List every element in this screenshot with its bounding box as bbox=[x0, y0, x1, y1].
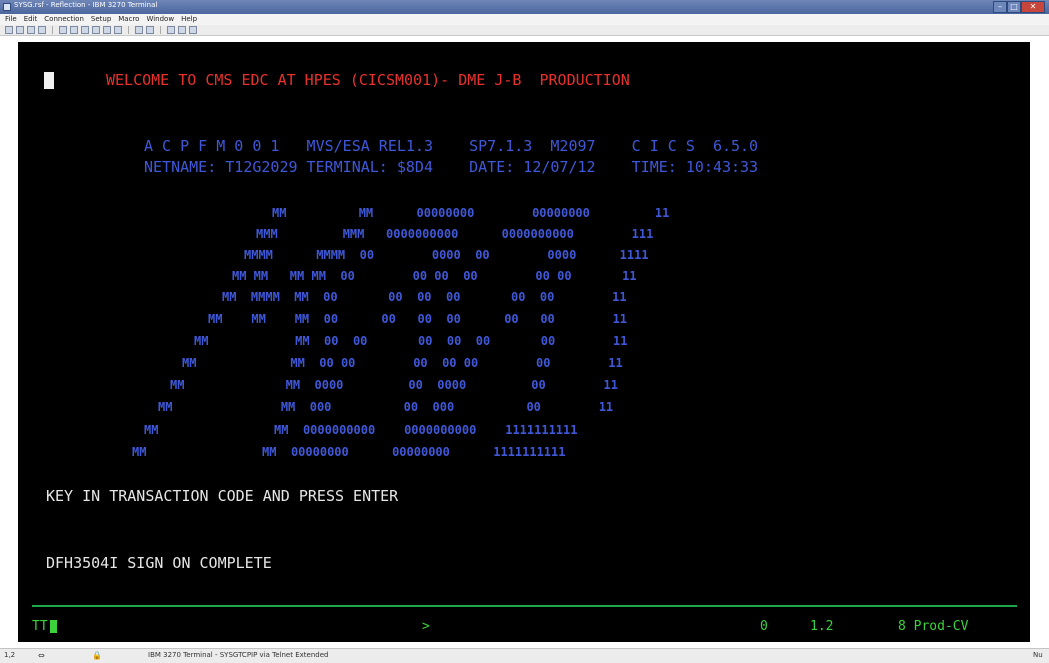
welcome-banner: WELCOME TO CMS EDC AT HPES (CICSM001)- D… bbox=[106, 71, 630, 89]
text-cursor bbox=[44, 72, 54, 89]
keyboard-icon[interactable] bbox=[146, 26, 154, 34]
oia-divider bbox=[32, 605, 1017, 607]
new-icon[interactable] bbox=[5, 26, 13, 34]
transfer-icon[interactable] bbox=[92, 26, 100, 34]
window-title: SYSG.rsf - Reflection - IBM 3270 Termina… bbox=[14, 1, 158, 9]
logo-line: MMM MMM 0000000000 0000000000 111 bbox=[256, 227, 654, 241]
save-icon[interactable] bbox=[27, 26, 35, 34]
settings-icon[interactable] bbox=[103, 26, 111, 34]
logo-line: MM MM MM 00 00 00 00 00 00 11 bbox=[208, 312, 628, 326]
terminal-screen[interactable]: WELCOME TO CMS EDC AT HPES (CICSM001)- D… bbox=[18, 42, 1030, 642]
menu-edit[interactable]: Edit bbox=[24, 14, 38, 25]
status-session: IBM 3270 Terminal - SYSGTCPIP via Telnet… bbox=[148, 651, 329, 659]
maximize-button[interactable]: □ bbox=[1007, 1, 1021, 13]
toolbar-separator bbox=[160, 26, 161, 34]
status-bar: 1,2 ⇔ 🔒 IBM 3270 Terminal - SYSGTCPIP vi… bbox=[0, 648, 1049, 663]
app-icon[interactable] bbox=[3, 3, 11, 11]
copy-icon[interactable] bbox=[70, 26, 78, 34]
network-icon: ⇔ bbox=[38, 651, 45, 660]
oia-prompt: > bbox=[422, 619, 430, 634]
oia-cursor bbox=[50, 620, 57, 633]
menu-help[interactable]: Help bbox=[181, 14, 197, 25]
status-position: 1,2 bbox=[4, 651, 16, 659]
title-bar[interactable]: SYSG.rsf - Reflection - IBM 3270 Termina… bbox=[0, 0, 1049, 14]
system-info-line-2: NETNAME: T12G2029 TERMINAL: $8D4 DATE: 1… bbox=[144, 158, 759, 176]
sign-on-message: DFH3504I SIGN ON COMPLETE bbox=[46, 554, 272, 572]
window-controls: – □ ✕ bbox=[993, 1, 1045, 13]
logo-line: MM MM 0000000000 0000000000 1111111111 bbox=[144, 423, 578, 437]
menu-macro[interactable]: Macro bbox=[118, 14, 139, 25]
paste-icon[interactable] bbox=[81, 26, 89, 34]
logo-line: MM MM MM MM 00 00 00 00 00 00 11 bbox=[232, 269, 637, 283]
logo-line: MM MM 0000 00 0000 00 11 bbox=[170, 378, 618, 392]
transaction-prompt: KEY IN TRANSACTION CODE AND PRESS ENTER bbox=[46, 487, 399, 505]
toolbar-separator bbox=[128, 26, 129, 34]
lock-icon: 🔒 bbox=[92, 651, 102, 660]
oia-field-a: 0 bbox=[760, 619, 768, 634]
oia-indicator: TT bbox=[32, 619, 48, 634]
menu-setup[interactable]: Setup bbox=[91, 14, 111, 25]
logo-line: MM MMMM MM 00 00 00 00 00 00 11 bbox=[222, 290, 627, 304]
network-icon[interactable] bbox=[178, 26, 186, 34]
cut-icon[interactable] bbox=[59, 26, 67, 34]
oia-session-profile: 8 Prod-CV bbox=[898, 619, 969, 634]
logo-line: MMMM MMMM 00 0000 00 0000 1111 bbox=[244, 248, 649, 262]
logo-line: MM MM 00 00 00 00 00 00 11 bbox=[194, 334, 628, 348]
open-icon[interactable] bbox=[16, 26, 24, 34]
toolbar bbox=[0, 25, 1049, 36]
close-button[interactable]: ✕ bbox=[1021, 1, 1045, 13]
status-numlock: Nu bbox=[1033, 651, 1043, 659]
system-info-line-1: A C P F M 0 0 1 MVS/ESA REL1.3 SP7.1.3 M… bbox=[144, 137, 759, 155]
menu-connection[interactable]: Connection bbox=[44, 14, 84, 25]
logo-line: MM MM 00000000 00000000 11 bbox=[272, 206, 670, 220]
print-icon[interactable] bbox=[38, 26, 46, 34]
logo-line: MM MM 000 00 000 00 11 bbox=[158, 400, 614, 414]
toolbar-separator bbox=[52, 26, 53, 34]
menu-bar: File Edit Connection Setup Macro Window … bbox=[0, 14, 1049, 25]
oia-cursor-position: 1.2 bbox=[810, 619, 834, 634]
logo-line: MM MM 00000000 00000000 1111111111 bbox=[132, 445, 566, 459]
menu-file[interactable]: File bbox=[5, 14, 17, 25]
logo-line: MM MM 00 00 00 00 00 00 11 bbox=[182, 356, 623, 370]
play-icon[interactable] bbox=[135, 26, 143, 34]
help-icon[interactable] bbox=[189, 26, 197, 34]
menu-window[interactable]: Window bbox=[146, 14, 174, 25]
minimize-button[interactable]: – bbox=[993, 1, 1007, 13]
record-icon[interactable] bbox=[114, 26, 122, 34]
display-icon[interactable] bbox=[167, 26, 175, 34]
